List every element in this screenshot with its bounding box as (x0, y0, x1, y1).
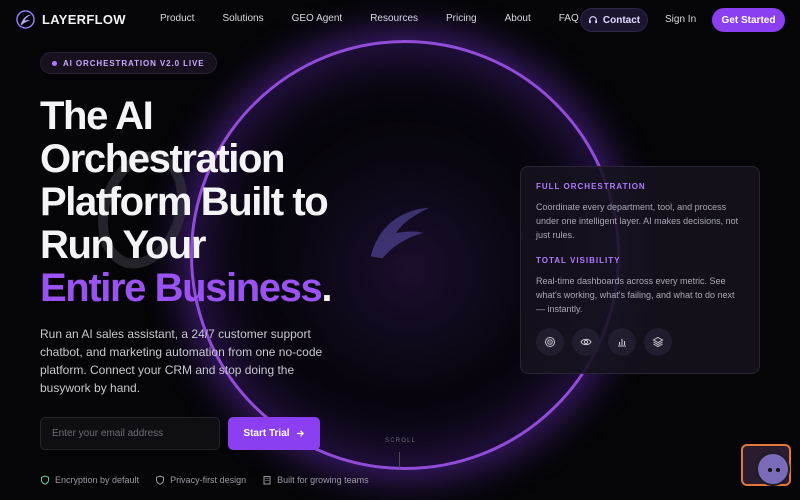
nav-links: Product Solutions GEO Agent Resources Pr… (160, 13, 607, 24)
feature-heading: FULL ORCHESTRATION (536, 182, 646, 191)
shield-icon (156, 475, 165, 485)
assistant-eye (768, 468, 772, 472)
badge-label: AI ORCHESTRATION V2.0 LIVE (63, 58, 205, 68)
nav-link-faq[interactable]: FAQ (559, 13, 579, 24)
version-badge: AI ORCHESTRATION V2.0 LIVE (40, 52, 217, 74)
layerflow-logo-icon (16, 10, 35, 29)
chart-icon[interactable] (608, 328, 636, 356)
trust-label: Built for growing teams (277, 475, 369, 485)
contact-button[interactable]: Contact (580, 8, 648, 32)
brand[interactable]: LAYERFLOW (16, 10, 126, 29)
nav-link-about[interactable]: About (505, 13, 531, 24)
start-trial-button[interactable]: Start Trial (228, 417, 320, 450)
feature-heading: TOTAL VISIBILITY (536, 256, 621, 265)
trust-label: Privacy-first design (170, 475, 247, 485)
live-dot-icon (52, 60, 57, 66)
headline-accent: Entire Business (40, 266, 323, 310)
feature-card: FULL ORCHESTRATION Coordinate every depa… (520, 166, 760, 374)
headline-line-1: The AI (40, 94, 154, 138)
sign-in-link[interactable]: Sign In (665, 14, 696, 25)
trust-signals: Encryption by default Privacy-first desi… (40, 475, 369, 485)
hero-subtext: Run an AI sales assistant, a 24/7 custom… (40, 327, 323, 395)
headline-line-3: Platform Built to (40, 180, 329, 224)
scroll-indicator-label: SCROLL (385, 438, 417, 444)
arrow-right-icon (296, 430, 304, 437)
headline-line-2: Orchestration (40, 137, 285, 181)
email-input[interactable] (40, 417, 220, 450)
feature-icon-row (536, 328, 744, 356)
nav-link-solutions[interactable]: Solutions (222, 13, 263, 24)
shield-icon (41, 475, 49, 485)
eye-icon[interactable] (572, 328, 600, 356)
nav-link-resources[interactable]: Resources (370, 13, 418, 24)
nav-link-geo-agent[interactable]: GEO Agent (292, 13, 343, 24)
contact-label: Contact (602, 14, 641, 26)
top-nav: LAYERFLOW Product Solutions GEO Agent Re… (0, 0, 800, 40)
start-trial-label: Start Trial (243, 428, 290, 439)
chat-assistant-icon[interactable] (756, 452, 790, 486)
headline-period: . (321, 266, 332, 310)
nav-link-product[interactable]: Product (160, 13, 194, 24)
feature-description: Real-time dashboards across every metric… (536, 276, 735, 314)
headset-icon (588, 16, 597, 24)
nav-link-pricing[interactable]: Pricing (446, 13, 477, 24)
feature-description: Coordinate every department, tool, and p… (536, 202, 739, 240)
hero-headline: The AI Orchestration Platform Built to R… (40, 95, 380, 310)
scroll-indicator-line (399, 452, 400, 468)
get-started-button[interactable]: Get Started (712, 8, 785, 32)
trust-item: Encryption by default (40, 475, 139, 485)
trust-label: Encryption by default (55, 475, 140, 485)
brand-name: LAYERFLOW (42, 12, 126, 27)
headline-line-5: Entire Business. (40, 267, 380, 310)
trust-item: Privacy-first design (155, 475, 246, 485)
headline-line-4: Run Your (40, 223, 206, 267)
target-icon[interactable] (536, 328, 564, 356)
layers-icon[interactable] (644, 328, 672, 356)
assistant-eye (776, 468, 780, 472)
building-icon (263, 476, 271, 485)
trust-item: Built for growing teams (262, 475, 369, 485)
